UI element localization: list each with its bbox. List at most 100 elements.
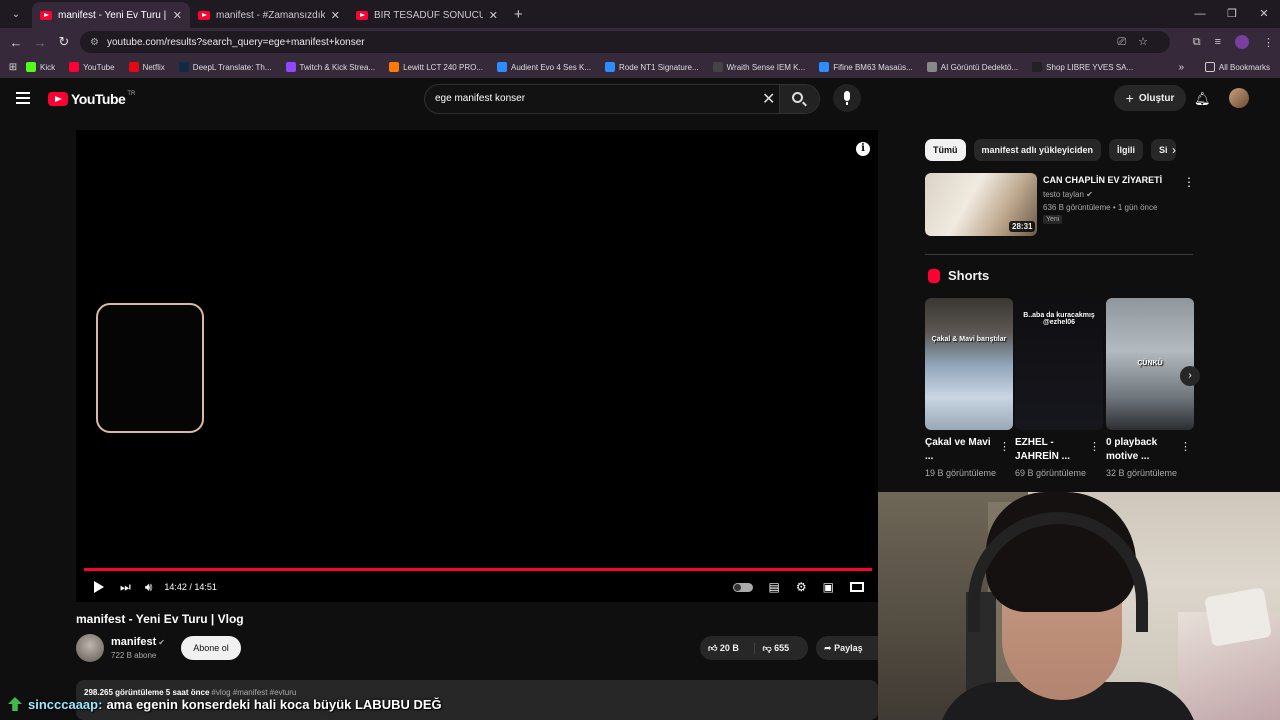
forward-icon[interactable]: → xyxy=(28,35,52,50)
bookmark-star-icon[interactable]: ☆ xyxy=(1138,36,1160,48)
extensions-icon[interactable]: ⧉ xyxy=(1193,36,1201,49)
filter-chip[interactable]: Tümü xyxy=(925,139,966,161)
bookmark-item[interactable]: Shop LIBRE YVES SA... xyxy=(1032,62,1133,72)
close-window-icon[interactable]: ✕ xyxy=(1248,0,1280,28)
tab-1[interactable]: manifest - Yeni Ev Turu | Vlog ✕ xyxy=(32,2,190,28)
apps-grid-icon[interactable]: ⊞ xyxy=(0,62,26,73)
site-info-icon[interactable]: ⚙ xyxy=(90,37,99,48)
bookmark-item[interactable]: Kick xyxy=(26,62,55,72)
new-tab-icon[interactable]: + xyxy=(514,6,523,23)
close-tab-icon[interactable]: ✕ xyxy=(331,9,340,22)
volume-icon[interactable]: 🔊︎ xyxy=(145,580,153,595)
video-title: manifest - Yeni Ev Turu | Vlog xyxy=(76,612,244,626)
tab-search-icon[interactable]: ⌄ xyxy=(4,2,28,26)
bookmark-item[interactable]: Rode NT1 Signature... xyxy=(605,62,699,72)
back-icon[interactable]: ← xyxy=(4,35,28,50)
bookmark-item[interactable]: DeepL Translate: Th... xyxy=(178,62,272,72)
more-bookmarks-icon[interactable]: » xyxy=(1178,62,1184,73)
bookmark-favicon-icon xyxy=(178,62,189,72)
close-tab-icon[interactable]: ✕ xyxy=(173,9,182,22)
short-item[interactable]: B..aba da kuracakmış @ezhel06 EZHEL - JA… xyxy=(1015,298,1103,480)
tab-3[interactable]: BİR TESADÜF SONUCU ÇÖZÜL ✕ xyxy=(348,2,506,28)
progress-bar[interactable] xyxy=(84,568,873,571)
channel-name[interactable]: manifest ✔ xyxy=(111,636,165,648)
reload-icon[interactable]: ↻ xyxy=(52,34,76,50)
channel-name-text: manifest xyxy=(111,636,157,648)
settings-gear-icon[interactable]: ⚙ xyxy=(796,580,807,594)
cast-icon[interactable]: ⎚ xyxy=(1117,36,1138,48)
profile-icon[interactable] xyxy=(1235,35,1249,49)
more-options-icon[interactable]: ⋮ xyxy=(1089,440,1100,453)
short-item[interactable]: Çakal & Mavi barıştılar Çakal ve Mavi ..… xyxy=(925,298,1013,480)
like-button[interactable]: 👍︎ 20 B xyxy=(700,642,755,654)
bookmark-item[interactable]: AI Görüntü Dedektö... xyxy=(926,62,1019,72)
autoplay-toggle[interactable] xyxy=(732,582,753,592)
recommended-video[interactable]: 28:31 CAN CHAPLİN EV ZİYARETİ testo tayl… xyxy=(925,173,1195,237)
tab-2[interactable]: manifest - #ZamansızdıkChalle ✕ xyxy=(190,2,348,28)
media-icon[interactable]: ≡ xyxy=(1215,36,1221,48)
video-duration: 28:31 xyxy=(1009,221,1036,232)
youtube-logo[interactable]: YouTube TR xyxy=(48,91,135,107)
filter-chip[interactable]: İlgili xyxy=(1109,139,1144,161)
bookmark-item[interactable]: YouTube xyxy=(69,62,115,72)
subtitles-icon[interactable]: ▤ xyxy=(769,580,780,594)
short-thumbnail[interactable]: Çakal & Mavi barıştılar xyxy=(925,298,1013,430)
search-input[interactable]: ege manifest konser xyxy=(435,93,525,104)
voice-search-icon[interactable] xyxy=(833,84,861,112)
short-title[interactable]: EZHEL - JAHREİN ... xyxy=(1015,436,1087,464)
bookmark-item[interactable]: Lewitt LCT 240 PRO... xyxy=(389,62,483,72)
bookmark-item[interactable]: Wraith Sense IEM K... xyxy=(712,62,805,72)
subscribe-button[interactable]: Abone ol xyxy=(181,636,241,660)
bookmark-item[interactable]: Twitch & Kick Strea... xyxy=(285,62,375,72)
recommended-title[interactable]: CAN CHAPLİN EV ZİYARETİ xyxy=(1043,175,1162,185)
chat-badge-icon xyxy=(8,697,22,711)
minimize-icon[interactable]: — xyxy=(1184,0,1216,28)
recommended-channel-text: testo taylan xyxy=(1043,190,1084,199)
short-views: 32 B görüntüleme xyxy=(1106,468,1178,478)
account-avatar[interactable] xyxy=(1229,88,1249,108)
bookmark-item[interactable]: Fifine BM63 Masaüs... xyxy=(819,62,913,72)
close-tab-icon[interactable]: ✕ xyxy=(489,9,498,22)
search-button[interactable] xyxy=(779,85,819,113)
chips-next-icon[interactable]: › xyxy=(1172,143,1176,157)
channel-avatar[interactable] xyxy=(76,634,104,662)
next-icon[interactable]: ⏭ xyxy=(120,580,131,595)
short-title[interactable]: Çakal ve Mavi ... xyxy=(925,436,997,464)
miniplayer-icon[interactable]: ▣ xyxy=(823,580,834,594)
country-code: TR xyxy=(127,91,136,97)
recommended-meta: 636 B görüntüleme • 1 gün önce xyxy=(1043,203,1158,212)
recommended-channel[interactable]: testo taylan ✔ xyxy=(1043,190,1093,199)
bookmark-favicon-icon xyxy=(605,62,616,72)
shorts-next-icon[interactable]: › xyxy=(1180,366,1200,386)
bookmark-item[interactable]: Netflix xyxy=(128,62,165,72)
info-icon[interactable]: i xyxy=(856,142,870,156)
video-player[interactable]: i ⏭ 🔊︎ 14:42 / 14:51 ▤ ⚙ ▣ xyxy=(76,130,878,602)
short-title[interactable]: 0 playback motive ... xyxy=(1106,436,1178,464)
create-button[interactable]: + Oluştur xyxy=(1114,85,1186,111)
clear-search-icon[interactable]: ✕ xyxy=(762,89,775,109)
short-item[interactable]: ÇÜNKÜ 0 playback motive ... 32 B görüntü… xyxy=(1106,298,1194,480)
bookmark-label: Rode NT1 Signature... xyxy=(619,62,699,72)
share-button[interactable]: ➦ Paylaş xyxy=(816,636,878,660)
bookmark-item[interactable]: Audient Evo 4 Ses K... xyxy=(496,62,591,72)
notifications-icon[interactable]: 🔔︎ xyxy=(1194,91,1211,107)
filter-chip[interactable]: manifest adlı yükleyiciden xyxy=(973,139,1102,161)
dislike-button[interactable]: 👎︎ 655 xyxy=(755,643,809,654)
short-thumbnail[interactable]: ÇÜNKÜ xyxy=(1106,298,1194,430)
theater-mode-icon[interactable] xyxy=(850,582,864,592)
restore-icon[interactable]: ❐ xyxy=(1216,0,1248,28)
short-caption: Çakal & Mavi barıştılar xyxy=(931,336,1007,343)
more-options-icon[interactable]: ⋮ xyxy=(1183,175,1195,189)
bookmarks-bar: ⊞ Kick YouTube Netflix DeepL Translate: Th.… xyxy=(0,56,1280,78)
more-options-icon[interactable]: ⋮ xyxy=(999,440,1010,453)
short-thumbnail[interactable]: B..aba da kuracakmış @ezhel06 xyxy=(1015,298,1103,430)
menu-icon[interactable] xyxy=(16,92,30,104)
search-box[interactable]: ege manifest konser ✕ xyxy=(424,84,820,114)
play-icon[interactable] xyxy=(94,581,104,593)
short-caption: ÇÜNKÜ xyxy=(1137,360,1163,367)
url-bar[interactable]: ⚙ youtube.com/results?search_query=ege+m… xyxy=(80,31,1170,53)
more-options-icon[interactable]: ⋮ xyxy=(1180,440,1191,453)
all-bookmarks[interactable]: All Bookmarks xyxy=(1204,62,1270,72)
browser-menu-icon[interactable]: ⋮ xyxy=(1263,36,1274,49)
bookmark-label: AI Görüntü Dedektö... xyxy=(940,62,1019,72)
